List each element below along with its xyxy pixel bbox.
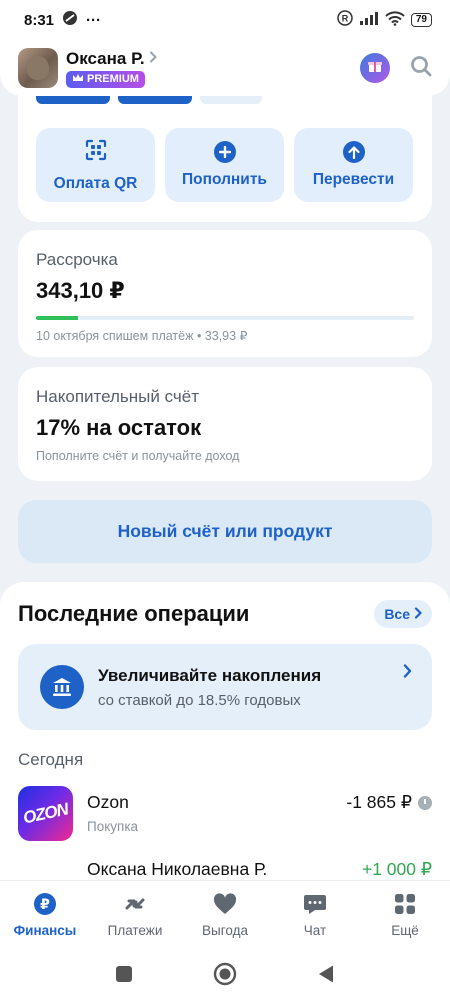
savings-headline: 17% на остаток <box>36 415 202 440</box>
transaction-amount-wrap: +1 000 ₽ <box>362 859 432 880</box>
plus-icon <box>213 141 236 163</box>
installment-card[interactable]: Рассрочка 343,10 ₽ 10 октября спишем пла… <box>18 230 432 357</box>
transaction-amount: +1 000 ₽ <box>361 859 432 879</box>
transaction-row[interactable]: OZON Ozon Покупка -1 865 ₽ <box>0 786 450 841</box>
nav-finances[interactable]: ₽ Финансы <box>5 891 85 938</box>
action-label: Перевести <box>312 171 395 188</box>
nav-label: Платежи <box>107 923 163 938</box>
home-button[interactable] <box>213 962 237 991</box>
installment-progress-fill <box>36 316 78 320</box>
recents-button[interactable] <box>115 965 133 988</box>
recent-operations-panel: Последние операции Все Увеличивайте нако… <box>0 582 450 880</box>
savings-note: Пополните счёт и получайте доход <box>36 449 240 463</box>
transaction-name: Оксана Николаевна Р. <box>87 859 268 879</box>
chevron-right-icon <box>149 50 157 68</box>
nav-benefits[interactable]: Выгода <box>185 891 265 938</box>
installment-label: Рассрочка <box>36 250 118 269</box>
wifi-icon <box>385 10 405 30</box>
svg-text:₽: ₽ <box>40 897 50 913</box>
status-time: 8:31 <box>24 11 55 29</box>
nav-label: Выгода <box>202 923 248 938</box>
pending-clock-icon <box>418 795 432 810</box>
top-up-button[interactable]: Пополнить <box>165 128 284 202</box>
promo-title: Увеличивайте накопления <box>98 665 322 685</box>
transfer-button[interactable]: Перевести <box>294 128 413 202</box>
action-label: Пополнить <box>182 171 267 188</box>
nav-label: Ещё <box>391 923 419 938</box>
registered-icon: R <box>337 10 353 30</box>
chevron-right-icon <box>403 662 412 683</box>
status-more: ··· <box>86 11 102 29</box>
grid-icon <box>394 891 416 917</box>
crown-icon <box>72 73 84 86</box>
transaction-amount-wrap: -1 865 ₽ <box>346 792 432 813</box>
premium-badge: PREMIUM <box>66 70 145 88</box>
all-label: Все <box>384 606 410 622</box>
back-button[interactable] <box>317 964 335 989</box>
action-label: Оплата QR <box>53 174 138 192</box>
ozon-logo-text: OZON <box>21 799 70 827</box>
qr-scan-icon <box>84 138 108 167</box>
nav-label: Чат <box>303 923 327 938</box>
profile-block[interactable]: Оксана Р. PREMIUM <box>66 49 157 88</box>
nav-chat[interactable]: Чат <box>275 891 355 938</box>
gift-icon <box>367 58 383 79</box>
chat-icon <box>303 891 327 917</box>
qr-pay-button[interactable]: Оплата QR <box>36 128 155 202</box>
installment-amount: 343,10 ₽ <box>36 278 125 303</box>
system-navigation-bar <box>0 952 450 1000</box>
bank-icon <box>40 665 84 709</box>
transaction-row[interactable]: Оксана Николаевна Р. +1 000 ₽ <box>0 859 450 880</box>
premium-label: PREMIUM <box>87 73 139 85</box>
contact-avatar <box>18 859 73 880</box>
date-section-header: Сегодня <box>18 750 84 769</box>
bottom-navigation: ₽ Финансы Платежи Выгода Чат Ещё <box>0 880 450 952</box>
nav-more[interactable]: Ещё <box>365 891 445 938</box>
installment-note: 10 октября спишем платёж • 33,93 ₽ <box>36 329 248 343</box>
signal-icon <box>359 11 379 29</box>
quick-actions: Оплата QR Пополнить Перевести <box>36 128 413 202</box>
transaction-category: Покупка <box>87 819 139 834</box>
transaction-amount: -1 865 ₽ <box>346 792 412 812</box>
do-not-disturb-icon <box>62 10 78 30</box>
ozon-logo: OZON <box>18 786 73 841</box>
operations-title: Последние операции <box>18 601 250 626</box>
promo-subtitle: со ставкой до 18.5% годовых <box>98 691 301 709</box>
all-operations-button[interactable]: Все <box>374 600 432 628</box>
nav-payments[interactable]: Платежи <box>95 891 175 938</box>
nav-label: Финансы <box>13 923 77 938</box>
search-icon[interactable] <box>410 55 432 82</box>
user-name: Оксана Р. <box>66 48 145 68</box>
svg-text:R: R <box>342 14 349 24</box>
transaction-name: Ozon <box>87 792 129 812</box>
chevron-right-icon <box>414 606 422 622</box>
new-product-button[interactable]: Новый счёт или продукт <box>18 500 432 563</box>
new-product-label: Новый счёт или продукт <box>117 521 333 541</box>
top-header: Оксана Р. PREMIUM <box>0 40 450 96</box>
operations-header: Последние операции Все <box>0 582 450 628</box>
battery-icon: 79 <box>410 13 432 27</box>
avatar[interactable] <box>18 48 58 88</box>
gift-button[interactable] <box>360 53 390 83</box>
heart-icon <box>213 891 237 917</box>
savings-card[interactable]: Накопительный счёт 17% на остаток Пополн… <box>18 367 432 481</box>
installment-progress <box>36 316 414 320</box>
arrow-up-icon <box>342 141 365 163</box>
status-bar: 8:31 ··· R 79 <box>0 0 450 40</box>
ruble-icon: ₽ <box>33 891 57 917</box>
savings-promo-banner[interactable]: Увеличивайте накопления со ставкой до 18… <box>18 644 432 730</box>
savings-label: Накопительный счёт <box>36 387 200 406</box>
transfer-arrows-icon <box>123 891 147 917</box>
